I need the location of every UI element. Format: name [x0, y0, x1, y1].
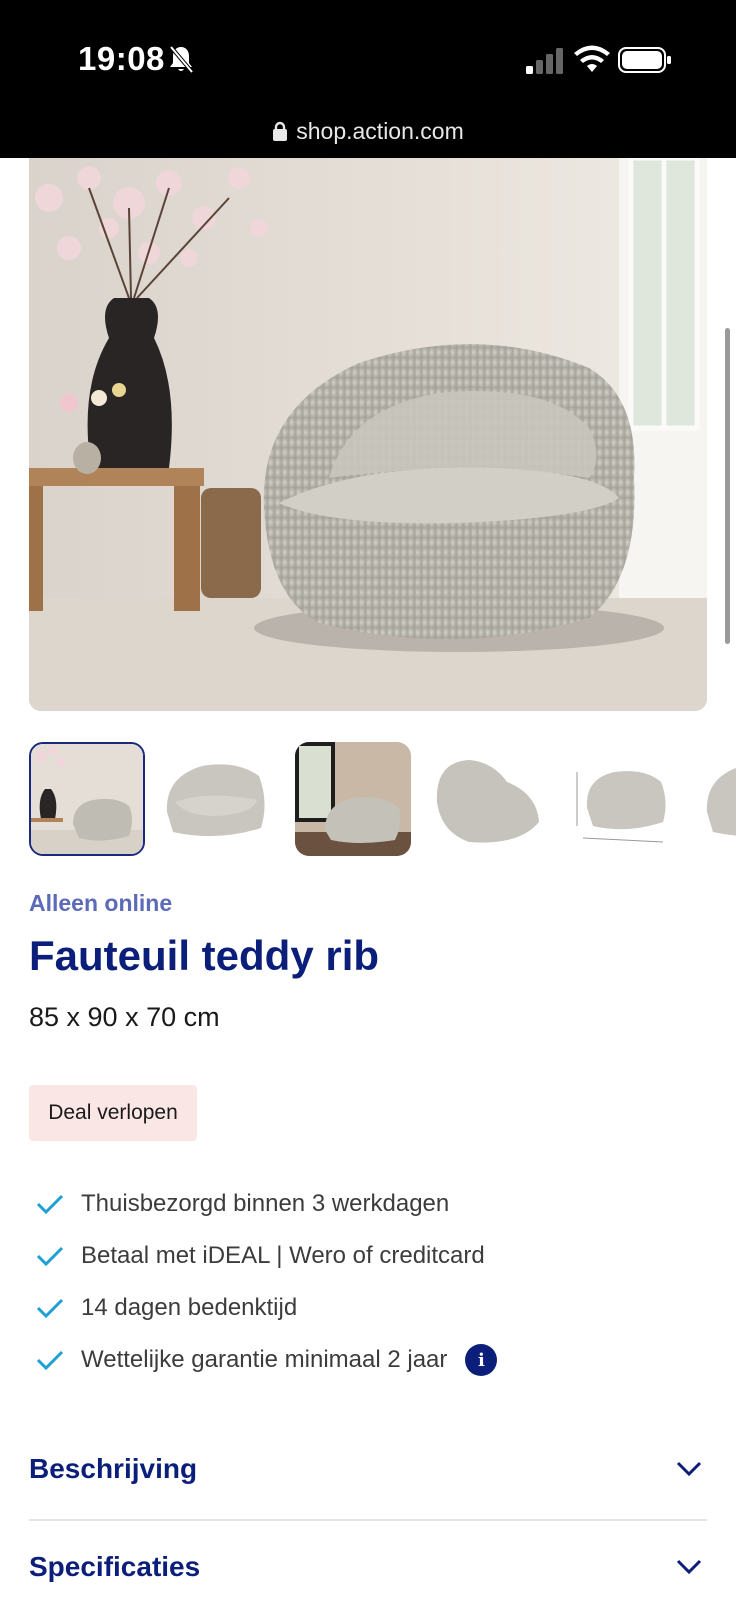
deal-status-badge: Deal verlopen	[29, 1085, 197, 1141]
usp-text: Thuisbezorgd binnen 3 werkdagen	[81, 1190, 450, 1217]
address-bar[interactable]: shop.action.com	[0, 118, 736, 145]
bell-off-icon	[169, 45, 194, 74]
lock-icon	[273, 121, 288, 141]
chevron-down-icon	[676, 1461, 702, 1477]
status-time: 19:08	[78, 40, 165, 77]
usp-item: Wettelijke garantie minimaal 2 jaar i	[29, 1334, 709, 1386]
battery-icon	[618, 47, 671, 73]
divider	[29, 1519, 707, 1521]
check-icon	[36, 1350, 64, 1371]
wifi-icon	[574, 45, 610, 72]
thumbnail-5[interactable]	[563, 742, 679, 856]
page-scrollbar[interactable]	[725, 328, 730, 644]
thumbnail-2[interactable]	[157, 742, 273, 856]
thumbnail-strip[interactable]	[29, 740, 736, 860]
check-icon	[36, 1298, 64, 1319]
usp-item: Thuisbezorgd binnen 3 werkdagen	[29, 1178, 709, 1230]
info-icon[interactable]: i	[465, 1344, 498, 1376]
usp-list: Thuisbezorgd binnen 3 werkdagen Betaal m…	[29, 1178, 709, 1386]
chevron-down-icon	[676, 1559, 702, 1575]
thumbnail-1[interactable]	[29, 742, 145, 856]
usp-text: 14 dagen bedenktijd	[81, 1294, 298, 1321]
product-main-image[interactable]	[29, 158, 707, 711]
accordion-specifications[interactable]: Specificaties	[29, 1522, 707, 1600]
thumbnail-3[interactable]	[295, 742, 411, 856]
status-bar: 19:08 shop.action.com	[0, 0, 736, 158]
check-icon	[36, 1246, 64, 1267]
cellular-signal-icon	[526, 48, 563, 74]
availability-label: Alleen online	[29, 890, 173, 916]
accordion-description[interactable]: Beschrijving	[29, 1424, 707, 1514]
usp-text: Wettelijke garantie minimaal 2 jaar	[81, 1346, 448, 1373]
url-text: shop.action.com	[296, 118, 464, 144]
product-dimensions: 85 x 90 x 70 cm	[29, 1002, 220, 1032]
thumbnail-6[interactable]	[697, 742, 736, 856]
thumbnail-4[interactable]	[429, 742, 545, 856]
accordion-label: Beschrijving	[29, 1453, 198, 1484]
product-title: Fauteuil teddy rib	[29, 932, 380, 979]
usp-item: 14 dagen bedenktijd	[29, 1282, 709, 1334]
usp-item: Betaal met iDEAL | Wero of creditcard	[29, 1230, 709, 1282]
accordion-label: Specificaties	[29, 1551, 201, 1582]
check-icon	[36, 1194, 64, 1215]
usp-text: Betaal met iDEAL | Wero of creditcard	[81, 1242, 485, 1269]
